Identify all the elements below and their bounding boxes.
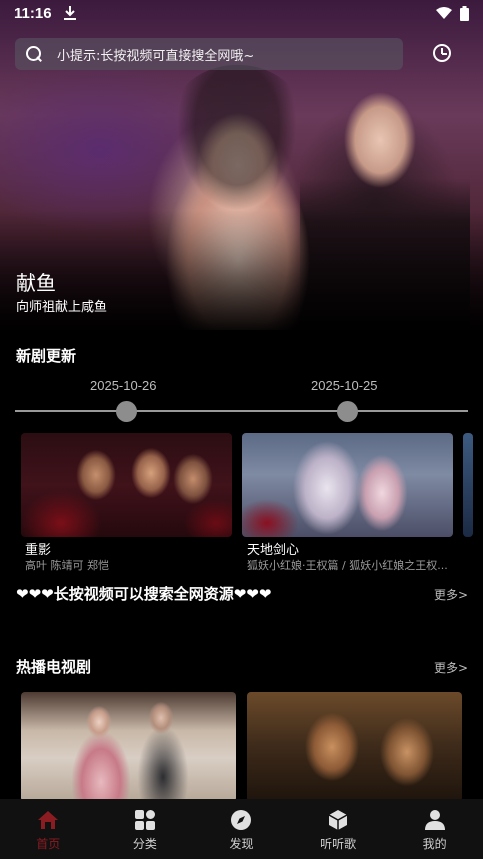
drama-poster (242, 433, 453, 537)
nav-category[interactable]: 分类 (97, 799, 194, 859)
status-icons (436, 5, 469, 21)
drama-card[interactable]: 重影 高叶 陈靖可 郑恺 (21, 433, 232, 572)
timeline-date[interactable]: 2025-10-25 (311, 378, 378, 393)
drama-card[interactable]: 天地剑心 狐妖小红娘·王权篇 / 狐妖小红娘之王权... (242, 433, 453, 572)
drama-card-partial[interactable] (463, 433, 473, 537)
timeline-date[interactable]: 2025-10-26 (90, 378, 157, 393)
bottom-nav: 首页 分类 发现 听听歌 我的 (0, 799, 483, 859)
drama-poster (247, 692, 462, 802)
hero-subtitle: 向师祖献上咸鱼 (16, 300, 108, 315)
drama-card[interactable] (21, 692, 236, 802)
nav-label: 发现 (229, 837, 254, 851)
wifi-icon (436, 7, 452, 19)
status-time: 11:16 (14, 4, 52, 22)
status-bar: 11:16 (0, 0, 483, 26)
music-box-icon (328, 810, 348, 830)
nav-label: 我的 (422, 837, 447, 851)
drama-cast: 狐妖小红娘·王权篇 / 狐妖小红娘之王权... (247, 559, 448, 572)
new-episodes-title: 新剧更新 (16, 347, 77, 365)
drama-card[interactable] (247, 692, 462, 802)
date-timeline[interactable]: 2025-10-26 2025-10-25 (15, 376, 468, 426)
drama-title: 天地剑心 (247, 543, 300, 558)
more-link[interactable]: 更多> (434, 586, 468, 603)
home-icon (38, 811, 59, 829)
category-icon (134, 810, 155, 830)
hero-title[interactable]: 献鱼 (16, 267, 56, 296)
drama-title: 重影 (25, 543, 52, 558)
nav-profile[interactable]: 我的 (386, 799, 483, 859)
hot-tv-title: 热播电视剧 (16, 658, 92, 676)
promo-text: ❤❤❤长按视频可以搜索全网资源❤❤❤ (16, 585, 272, 603)
user-icon (424, 810, 445, 830)
timeline-dot[interactable] (116, 401, 137, 422)
drama-poster (463, 433, 473, 537)
history-icon[interactable] (433, 44, 451, 62)
nav-discover[interactable]: 发现 (193, 799, 290, 859)
timeline-line (15, 410, 468, 412)
nav-label: 首页 (36, 837, 61, 851)
nav-music[interactable]: 听听歌 (290, 799, 387, 859)
drama-cast: 高叶 陈靖可 郑恺 (25, 559, 109, 572)
drama-poster (21, 433, 232, 537)
nav-home[interactable]: 首页 (0, 799, 97, 859)
battery-icon (460, 5, 469, 21)
download-icon (63, 6, 76, 20)
search-icon (25, 45, 43, 63)
more-link[interactable]: 更多> (434, 659, 468, 676)
nav-label: 听听歌 (320, 837, 357, 851)
drama-poster (21, 692, 236, 802)
nav-label: 分类 (132, 837, 157, 851)
search-placeholder: 小提示:长按视频可直接搜全网哦~ (57, 48, 255, 64)
compass-icon (231, 810, 252, 830)
timeline-dot[interactable] (337, 401, 358, 422)
search-bar[interactable]: 小提示:长按视频可直接搜全网哦~ (15, 38, 403, 70)
